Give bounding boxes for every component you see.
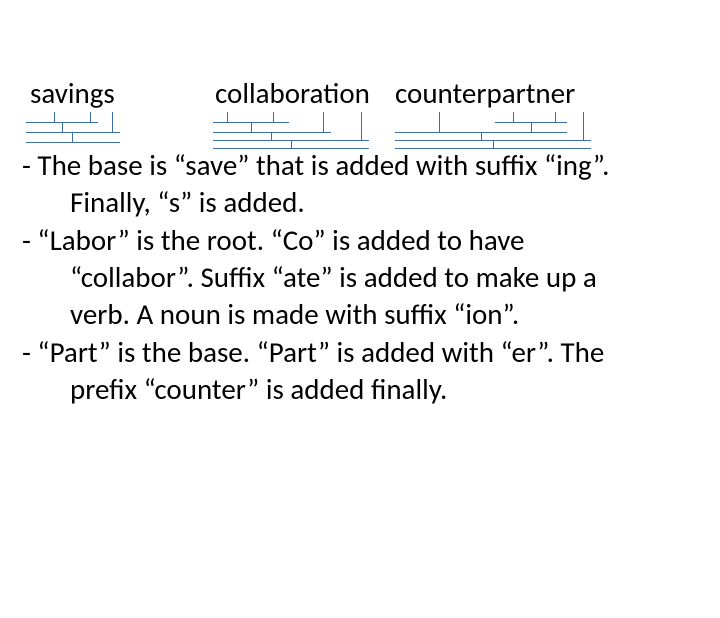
- word-collaboration: collaboration: [215, 78, 385, 110]
- bullet-2-line-1: - “Labor” is the root. “Co” is added to …: [22, 223, 698, 258]
- bullet-1-line-2: Finally, “s” is added.: [70, 185, 698, 220]
- bullet-2-line-3: verb. A noun is made with suffix “ion”.: [70, 297, 698, 332]
- word-savings: savings: [30, 78, 200, 110]
- word-block-savings: savings: [30, 78, 200, 110]
- word-block-counterpartner: counterpartner: [395, 78, 595, 110]
- body-text: - The base is “save” that is added with …: [22, 148, 698, 408]
- bullet-3-line-1: - “Part” is the base. “Part” is added wi…: [22, 335, 698, 370]
- word-counterpartner: counterpartner: [395, 78, 595, 110]
- bullet-3-line-2: prefix “counter” is added finally.: [70, 372, 698, 407]
- words-row: savings collaboration: [0, 78, 720, 110]
- word-block-collaboration: collaboration: [215, 78, 385, 110]
- bullet-1-line-1: - The base is “save” that is added with …: [22, 148, 698, 183]
- bullet-2-line-2: “collabor”. Suffix “ate” is added to mak…: [70, 260, 698, 295]
